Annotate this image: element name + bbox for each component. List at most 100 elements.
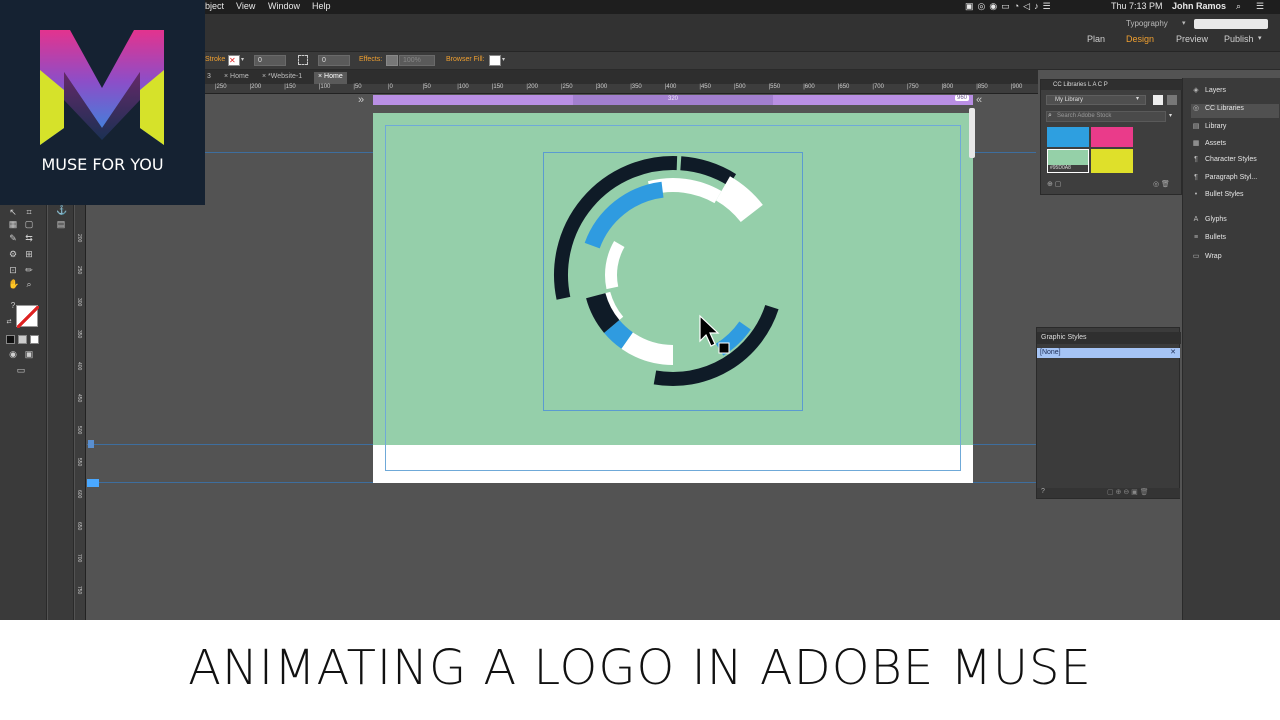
ruler-tick: 550 bbox=[76, 458, 82, 467]
ruler-tick: |100 bbox=[457, 84, 469, 90]
ruler-tick: |300 bbox=[595, 84, 608, 90]
dock-item-bullet-styles[interactable]: • Bullet Styles bbox=[1191, 191, 1279, 205]
publish-menu-icon[interactable]: ▾ bbox=[1258, 34, 1262, 42]
default-color-icon[interactable] bbox=[6, 335, 15, 344]
view-mode-icon[interactable]: ▣ bbox=[24, 349, 34, 359]
guide-handle-icon[interactable] bbox=[88, 440, 94, 448]
effects-opacity-field[interactable]: 100% bbox=[399, 55, 435, 66]
breakpoint-right-chevron-icon[interactable]: « bbox=[976, 94, 982, 106]
panel-dock: ◈ Layers ◎ CC Libraries ▤ Library ▦ Assets ¶ Char… bbox=[1182, 78, 1280, 620]
grid-view-icon[interactable] bbox=[1153, 95, 1163, 105]
dock-item-wrap[interactable]: ▭ Wrap bbox=[1191, 252, 1279, 266]
ruler-tick: |550 bbox=[768, 84, 781, 90]
select-tool-icon[interactable]: ↖ bbox=[8, 207, 18, 217]
menu-window[interactable]: Window bbox=[268, 1, 300, 11]
gradient-icon[interactable] bbox=[18, 335, 27, 344]
dock-item-layers[interactable]: ◈ Layers bbox=[1191, 86, 1279, 100]
menu-view[interactable]: View bbox=[236, 1, 255, 11]
swap-icon[interactable]: ⇄ bbox=[4, 317, 14, 327]
preview-mode-icon[interactable]: ◉ bbox=[8, 349, 18, 359]
screen-mode-icon[interactable]: ▭ bbox=[16, 365, 26, 375]
ruler-tick: |450 bbox=[699, 84, 711, 90]
library-actions-icon[interactable]: ◎ 🗑 bbox=[1153, 180, 1170, 188]
graphic-style-row[interactable]: [None] ✕ bbox=[1037, 348, 1180, 358]
browser-fill-menu-icon[interactable]: ▾ bbox=[502, 56, 505, 63]
dock-item-library[interactable]: ▤ Library bbox=[1191, 122, 1279, 136]
breakpoint-left-chevron-icon[interactable]: » bbox=[358, 94, 364, 106]
swatch-green[interactable]: #95D0A8 bbox=[1047, 149, 1089, 173]
menu-help[interactable]: Help bbox=[312, 1, 331, 11]
stock-search-input[interactable]: Search Adobe Stock bbox=[1046, 111, 1166, 122]
stroke-menu-icon[interactable]: ▾ bbox=[241, 56, 244, 63]
widget-icon[interactable]: ⊞ bbox=[24, 249, 34, 259]
dock-item-paragraph-styl-[interactable]: ¶ Paragraph Styl... bbox=[1191, 174, 1279, 188]
none-color-icon[interactable] bbox=[30, 335, 39, 344]
add-element-icon[interactable]: ⊕ ▢ bbox=[1047, 180, 1061, 188]
dock-item-character-styles[interactable]: ¶ Character Styles bbox=[1191, 156, 1279, 170]
eyedropper-icon[interactable]: ✎ bbox=[8, 233, 18, 243]
stroke-label: Stroke bbox=[205, 56, 226, 63]
crop-tool-icon[interactable]: ⌗ bbox=[24, 207, 34, 217]
slideshow-icon[interactable]: ▤ bbox=[56, 219, 66, 229]
canvas-scrollbar[interactable] bbox=[969, 108, 975, 158]
gear-icon[interactable]: ⚙ bbox=[8, 249, 18, 259]
mode-preview[interactable]: Preview bbox=[1176, 34, 1208, 44]
clear-style-icon[interactable]: ✕ bbox=[1170, 348, 1176, 358]
muse-m-logo-icon bbox=[40, 30, 164, 145]
anchor-icon[interactable]: ⚓ bbox=[56, 205, 67, 215]
ruler-tick: 400 bbox=[76, 362, 82, 371]
dock-item-bullets[interactable]: ≡ Bullets bbox=[1191, 234, 1279, 248]
tab-home-1[interactable]: × Home bbox=[220, 72, 253, 84]
dock-label: Bullets bbox=[1205, 234, 1227, 241]
hand-tool-icon[interactable]: ✋ bbox=[8, 279, 19, 289]
tab-home-active[interactable]: × Home bbox=[314, 72, 347, 84]
corner-radius-field[interactable]: 0 bbox=[318, 55, 350, 66]
ruler-tick: |400 bbox=[664, 84, 677, 90]
dock-item-glyphs[interactable]: A Glyphs bbox=[1191, 216, 1279, 230]
ruler-tick: 750 bbox=[76, 586, 82, 595]
logo-arcs bbox=[554, 156, 779, 386]
browser-fill-label: Browser Fill: bbox=[446, 56, 485, 63]
stroke-width-field[interactable]: 0 bbox=[254, 55, 286, 66]
spotlight-icon[interactable]: ⌕ bbox=[1236, 1, 1241, 12]
mode-plan[interactable]: Plan bbox=[1087, 34, 1105, 44]
link-icon[interactable]: ⇆ bbox=[24, 233, 34, 243]
dock-label: Wrap bbox=[1205, 253, 1222, 260]
dock-item-cc-libraries[interactable]: ◎ CC Libraries bbox=[1191, 104, 1279, 118]
stroke-color-swatch[interactable]: ✕ bbox=[228, 55, 240, 66]
graphic-styles-title[interactable]: Graphic Styles bbox=[1037, 332, 1181, 344]
no-color-icon: ✕ bbox=[229, 56, 236, 65]
browser-fill-swatch[interactable] bbox=[489, 55, 501, 66]
ruler-tick: |800 bbox=[941, 84, 954, 90]
pencil-icon[interactable]: ✏ bbox=[24, 265, 34, 275]
user-name[interactable]: John Ramos bbox=[1172, 1, 1226, 11]
workspace-search-field[interactable] bbox=[1194, 19, 1268, 29]
text-frame-icon[interactable]: ▦ bbox=[8, 219, 18, 229]
caption-bar: ANIMATING A LOGO IN ADOBE MUSE bbox=[0, 620, 1280, 720]
effects-toggle[interactable] bbox=[386, 55, 398, 66]
tab-website[interactable]: × *Website-1 bbox=[258, 72, 306, 84]
zoom-fit-icon[interactable]: ⊡ bbox=[8, 265, 18, 275]
dock-icon: • bbox=[1194, 191, 1198, 198]
cc-libraries-tabs[interactable]: CC Libraries L A C P bbox=[1041, 80, 1183, 90]
mode-publish[interactable]: Publish bbox=[1224, 34, 1254, 44]
fill-stroke-swatch[interactable] bbox=[16, 305, 39, 328]
zoom-tool-icon[interactable]: ⌕ bbox=[24, 279, 34, 289]
breakpoint-max[interactable]: 960 bbox=[954, 95, 969, 101]
swatch-blue[interactable] bbox=[1047, 127, 1089, 147]
workspace-switcher[interactable]: Typography ▾ bbox=[1108, 19, 1268, 30]
rectangle-tool-icon[interactable]: ▢ bbox=[24, 219, 34, 229]
list-view-icon[interactable] bbox=[1167, 95, 1177, 105]
help-icon[interactable]: ? bbox=[1041, 488, 1045, 495]
page-height-handle-icon[interactable] bbox=[87, 479, 99, 487]
dock-item-assets[interactable]: ▦ Assets bbox=[1191, 139, 1279, 153]
swatch-pink[interactable] bbox=[1091, 127, 1133, 147]
c-logo[interactable] bbox=[523, 155, 803, 415]
mode-design[interactable]: Design bbox=[1126, 34, 1154, 44]
library-select[interactable]: My Library bbox=[1046, 95, 1146, 105]
style-actions-icon[interactable]: ▢ ⊕ ⊖ ▣ 🗑 bbox=[1107, 488, 1149, 496]
notification-icon[interactable]: ☰ bbox=[1256, 1, 1264, 12]
menu-object[interactable]: bject bbox=[205, 1, 224, 11]
swatch-yellow[interactable] bbox=[1091, 149, 1133, 173]
breakpoint-bar[interactable]: 320 960 bbox=[373, 95, 973, 105]
